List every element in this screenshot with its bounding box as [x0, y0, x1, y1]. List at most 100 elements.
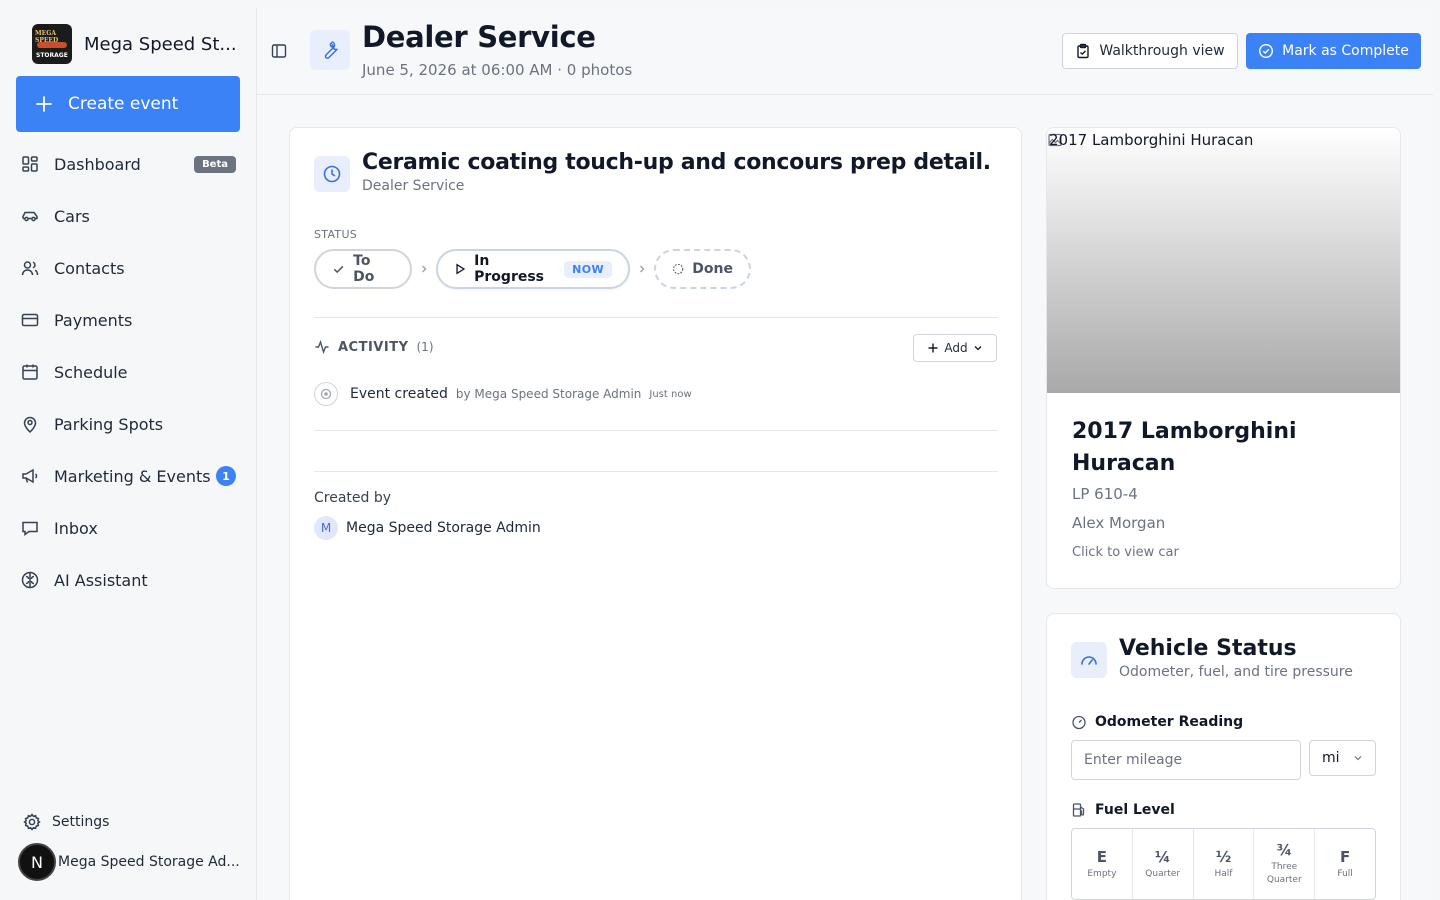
credit-card-icon [21, 313, 39, 327]
car-card[interactable]: 2017 Lamborghini Huracan 2017 Lamborghin… [1046, 127, 1401, 589]
walkthrough-view-button[interactable]: Walkthrough view [1062, 33, 1238, 69]
created-by-name: Mega Speed Storage Admin [346, 520, 541, 536]
fuel-option-half[interactable]: ½ Half [1194, 829, 1255, 899]
sidebar-item-label: Parking Spots [54, 414, 164, 434]
fuel-pump-icon [1072, 803, 1085, 817]
calendar-icon [22, 364, 38, 380]
status-todo-label: To Do [353, 253, 375, 285]
car-image: 2017 Lamborghini Huracan [1047, 128, 1400, 393]
beta-badge: Beta [194, 155, 236, 173]
sidebar-toggle-icon[interactable] [271, 43, 287, 59]
sidebar-item-parking-spots[interactable]: Parking Spots [0, 398, 256, 450]
status-done-label: Done [692, 261, 733, 277]
user-name: Mega Speed Storage Ad... [58, 854, 240, 870]
fuel-option-quarter[interactable]: ¼ Quarter [1133, 829, 1194, 899]
chevron-right-icon [412, 264, 436, 274]
chevron-right-icon [630, 264, 654, 274]
view-car-link[interactable]: Click to view car [1072, 545, 1179, 560]
sidebar-nav: Dashboard Beta Cars Contacts Payments Sc… [0, 138, 256, 606]
map-pin-icon [23, 416, 37, 434]
fuel-option-name: Empty [1087, 868, 1117, 879]
sidebar: MEGA SPEED STORAGE Mega Speed St... Crea… [0, 0, 256, 900]
fuel-option-name: Half [1214, 868, 1233, 879]
divider [314, 430, 998, 431]
main-content: Dealer Service June 5, 2026 at 06:00 AM … [256, 8, 1433, 900]
wrench-icon [310, 30, 350, 70]
sidebar-item-marketing-events[interactable]: Marketing & Events 1 [0, 450, 256, 502]
walkthrough-view-label: Walkthrough view [1099, 43, 1225, 59]
sidebar-item-dashboard[interactable]: Dashboard Beta [0, 138, 256, 190]
event-details-card: Ceramic coating touch-up and concours pr… [289, 127, 1022, 900]
status-done-button[interactable]: Done [654, 249, 751, 289]
fuel-level-label: Fuel Level [1071, 802, 1175, 818]
status-todo-button[interactable]: To Do [314, 249, 412, 289]
sidebar-item-label: Payments [54, 310, 133, 330]
gauge-icon [1072, 715, 1086, 730]
check-icon [333, 265, 344, 274]
page-subtitle: June 5, 2026 at 06:00 AM · 0 photos [362, 61, 633, 79]
sidebar-item-label: Schedule [54, 362, 128, 382]
status-in-progress-button[interactable]: In Progress NOW [436, 249, 630, 289]
created-by-label: Created by [314, 490, 392, 506]
mark-complete-button[interactable]: Mark as Complete [1246, 33, 1421, 69]
fuel-option-full[interactable]: F Full [1315, 829, 1375, 899]
logo-text-bottom: STORAGE [36, 52, 68, 59]
sidebar-item-ai-assistant[interactable]: AI Assistant [0, 554, 256, 606]
fuel-option-name: Quarter [1145, 868, 1181, 879]
now-tag: NOW [564, 260, 612, 278]
fuel-option-symbol: E [1096, 847, 1108, 866]
fuel-option-three-quarter[interactable]: ¾ Three Quarter [1254, 829, 1316, 899]
fuel-option-empty[interactable]: E Empty [1072, 829, 1133, 899]
status-label: STATUS [314, 228, 358, 241]
user-menu[interactable]: N Mega Speed Storage Ad... [18, 843, 240, 881]
create-event-button[interactable]: Create event [16, 76, 240, 132]
fuel-option-symbol: ¾ [1276, 841, 1293, 859]
status-stepper: To Do In Progress NOW Done [314, 249, 751, 289]
sidebar-item-label: Contacts [54, 258, 125, 278]
fuel-option-name: Full [1337, 868, 1353, 879]
vehicle-status-subtitle: Odometer, fuel, and tire pressure [1119, 664, 1353, 680]
activity-item: Event created by Mega Speed Storage Admi… [314, 382, 692, 406]
fuel-option-name: Three Quarter [1266, 862, 1302, 885]
plus-icon [928, 343, 938, 353]
sidebar-item-label: Cars [54, 206, 90, 226]
sidebar-item-cars[interactable]: Cars [0, 190, 256, 242]
activity-title: ACTIVITY [338, 339, 409, 355]
clock-icon [314, 156, 350, 192]
sidebar-item-label: Inbox [54, 518, 98, 538]
dashboard-icon [22, 156, 38, 172]
odometer-label: Odometer Reading [1071, 714, 1243, 730]
sidebar-item-label: AI Assistant [54, 570, 148, 590]
fuel-option-symbol: F [1339, 847, 1351, 866]
chevron-down-icon [1354, 756, 1362, 761]
odometer-input[interactable] [1071, 740, 1301, 780]
settings-link[interactable]: Settings [22, 812, 109, 832]
users-icon [21, 261, 39, 276]
sidebar-item-inbox[interactable]: Inbox [0, 502, 256, 554]
status-in-progress-label: In Progress [474, 253, 545, 285]
activity-dot-icon [314, 382, 338, 406]
notification-count-badge: 1 [216, 466, 236, 486]
divider [314, 317, 998, 318]
created-by-user: M Mega Speed Storage Admin [314, 516, 541, 540]
sidebar-item-label: Marketing & Events [54, 466, 211, 486]
brain-icon [21, 571, 39, 589]
brand-name: Mega Speed St... [84, 33, 237, 55]
unit-select[interactable]: mi [1309, 740, 1376, 776]
page-header: Dealer Service June 5, 2026 at 06:00 AM … [257, 8, 1433, 95]
activity-time: Just now [649, 388, 692, 400]
add-activity-button[interactable]: Add [913, 334, 997, 362]
sidebar-item-schedule[interactable]: Schedule [0, 346, 256, 398]
inbox-icon [22, 521, 38, 536]
sidebar-item-contacts[interactable]: Contacts [0, 242, 256, 294]
check-circle-icon [1259, 43, 1274, 59]
fuel-option-symbol: ¼ [1154, 847, 1171, 866]
car-image-alt-text: 2017 Lamborghini Huracan [1048, 131, 1254, 149]
activity-author: by Mega Speed Storage Admin [455, 387, 642, 401]
fuel-level-selector: E Empty ¼ Quarter ½ Half ¾ Three Quarter… [1071, 828, 1376, 900]
gear-icon [23, 813, 41, 831]
sidebar-item-payments[interactable]: Payments [0, 294, 256, 346]
vehicle-status-title: Vehicle Status [1119, 636, 1297, 661]
play-icon [456, 263, 466, 275]
brand[interactable]: MEGA SPEED STORAGE Mega Speed St... [32, 24, 237, 64]
